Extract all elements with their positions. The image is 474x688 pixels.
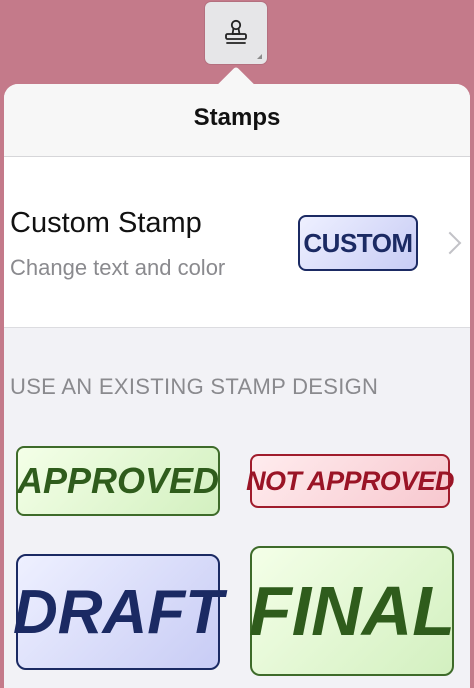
custom-stamp-subtitle: Change text and color [10, 255, 226, 280]
custom-stamp-preview[interactable]: CUSTOM [298, 215, 418, 271]
chevron-right-icon [438, 231, 462, 255]
custom-stamp-row[interactable]: Custom Stamp Change text and color CUSTO… [4, 157, 470, 328]
stamp-icon [225, 19, 247, 44]
draft-stamp[interactable]: DRAFT [13, 554, 223, 670]
stamps-popover: Stamps Custom Stamp Change text and colo… [4, 84, 470, 688]
stamp-tool-button[interactable] [205, 2, 267, 64]
popover-header: Stamps [4, 84, 470, 157]
approved-stamp[interactable]: APPROVED [16, 446, 220, 516]
custom-stamp-title: Custom Stamp [10, 207, 202, 239]
popover-title: Stamps [193, 104, 281, 131]
section-header: USE AN EXISTING STAMP DESIGN [10, 374, 379, 399]
tool-options-indicator [257, 54, 262, 59]
final-stamp[interactable]: FINAL [249, 546, 455, 676]
not-approved-stamp[interactable]: NOT APPROVED [246, 454, 455, 508]
